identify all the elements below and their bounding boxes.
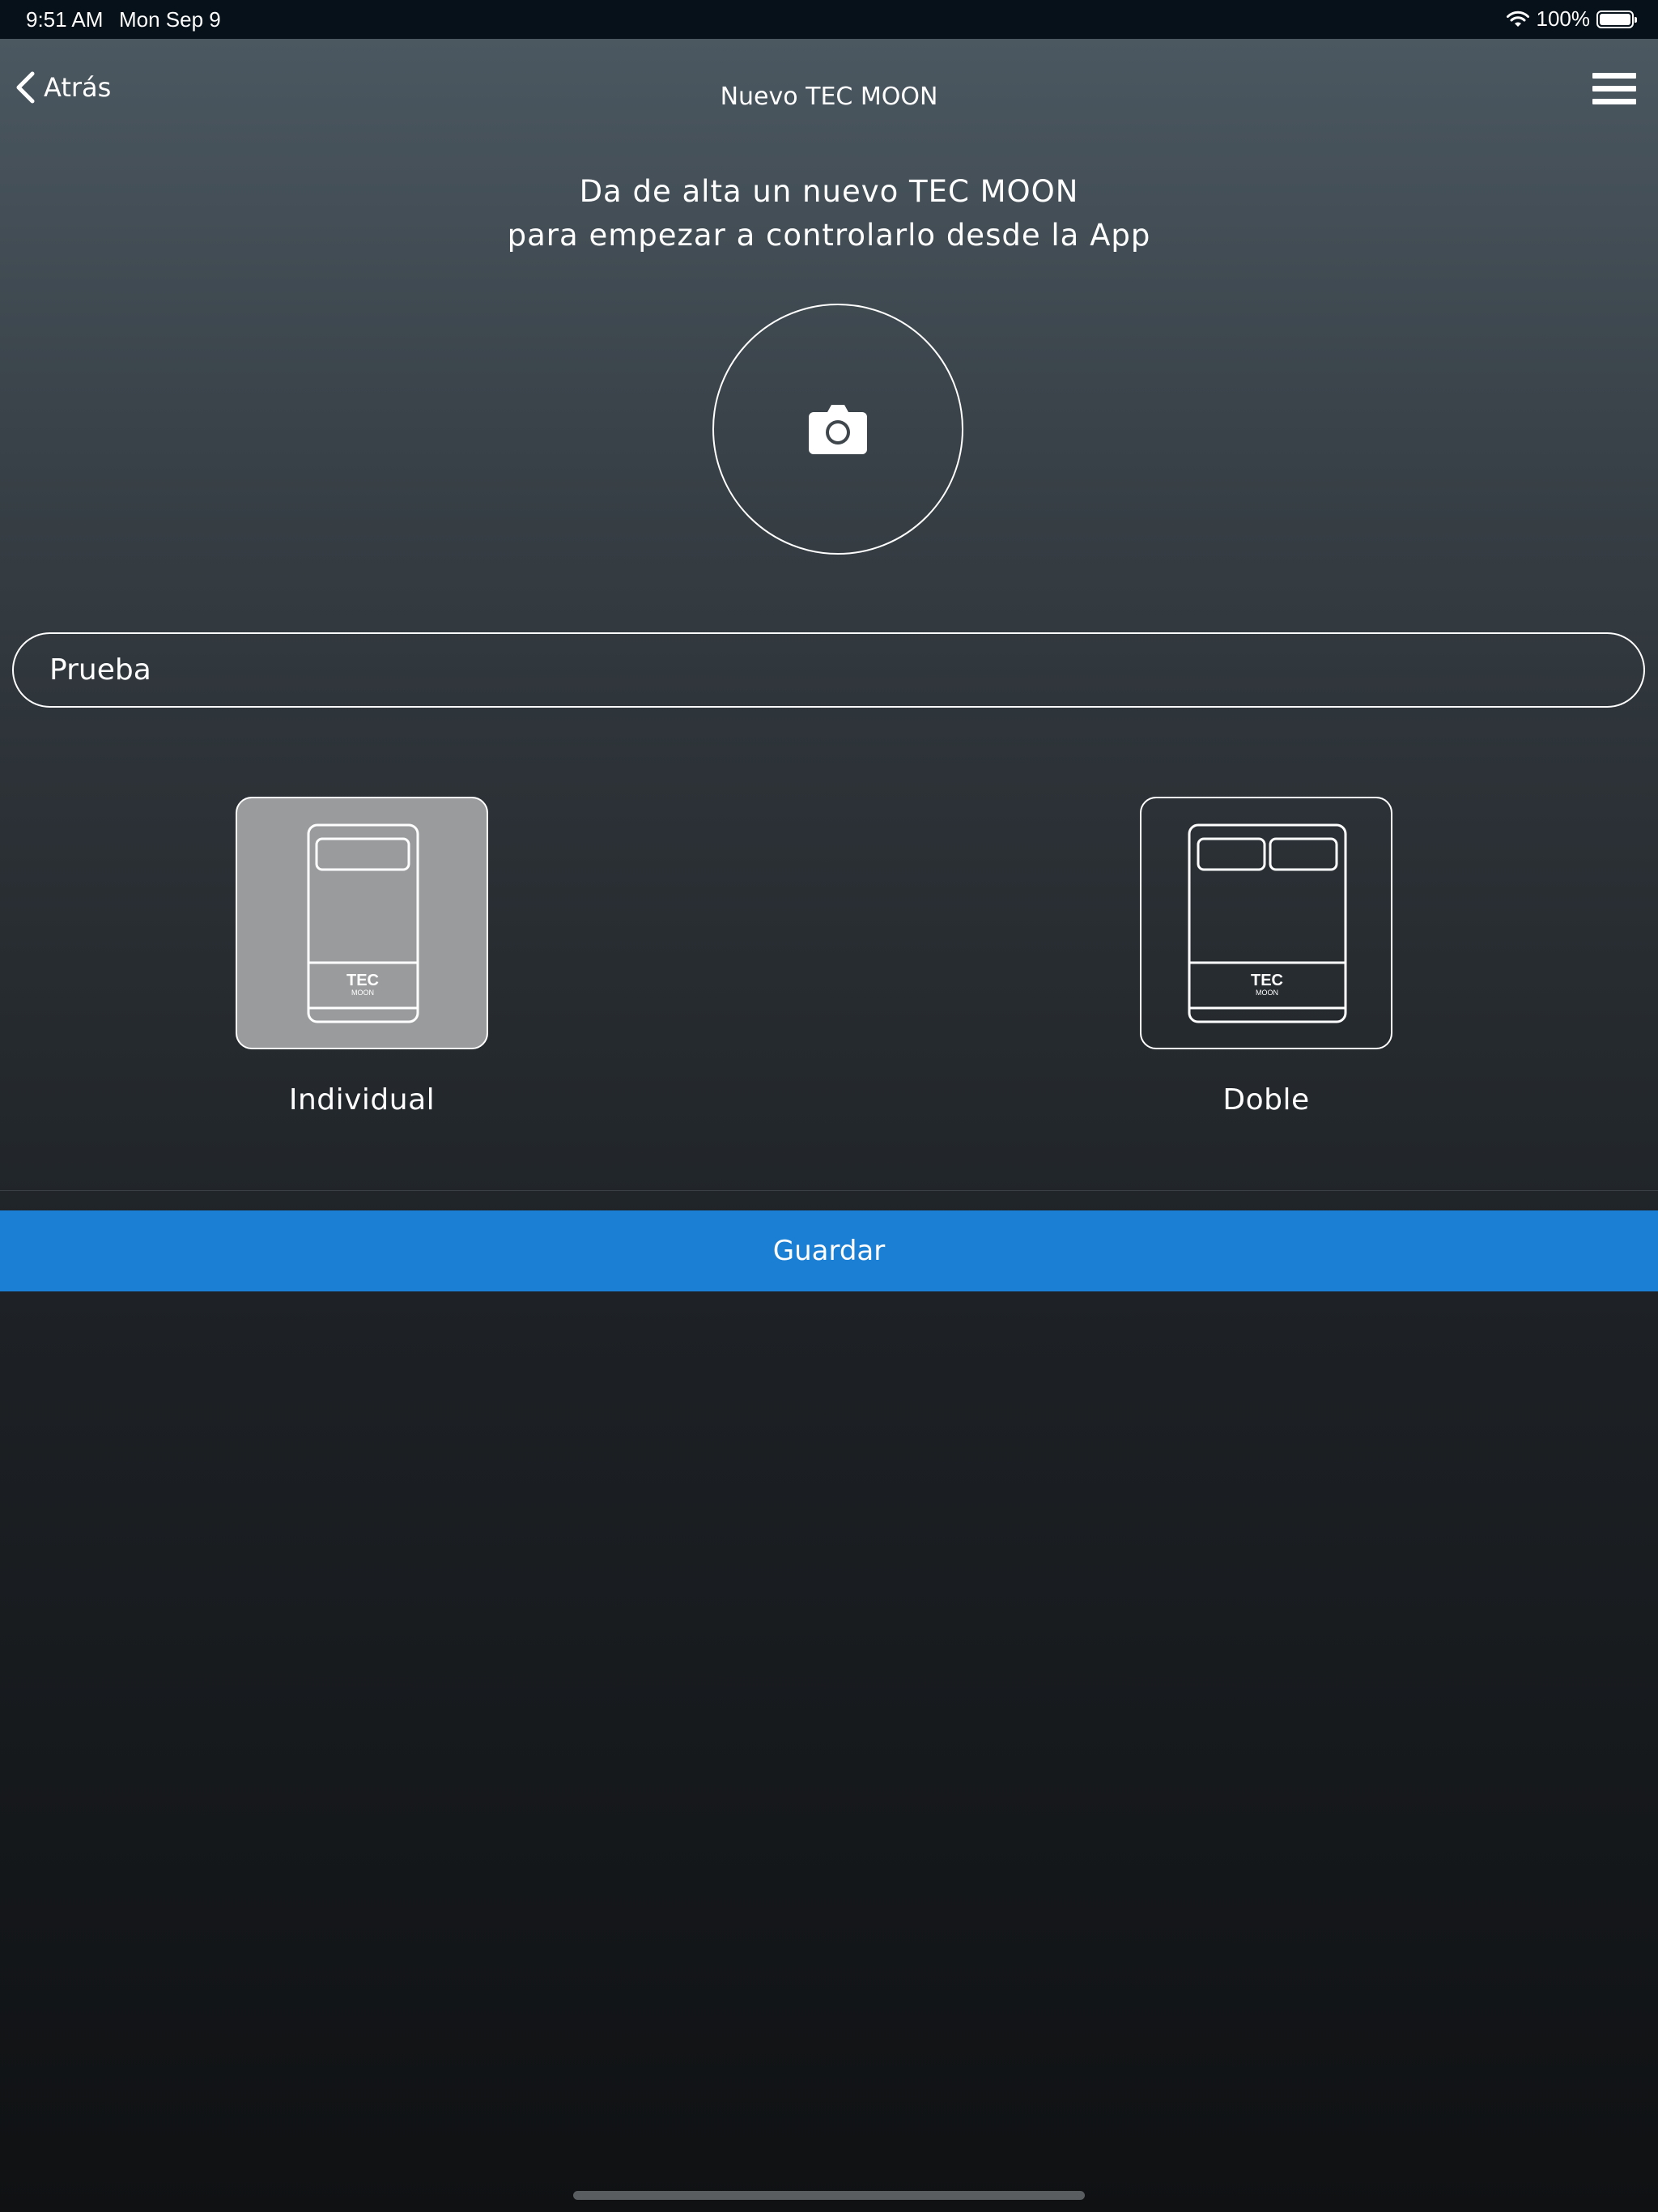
camera-icon	[809, 405, 867, 454]
hamburger-menu-icon[interactable]	[1592, 73, 1636, 108]
menu-line	[1592, 86, 1636, 91]
wifi-icon	[1506, 11, 1529, 27]
type-option-double[interactable]: TEC MOON	[1140, 797, 1392, 1049]
status-indicators: 100%	[1506, 6, 1637, 32]
add-photo-button[interactable]	[712, 304, 963, 555]
tec-logo-text: TEC	[346, 972, 379, 989]
page-title: Nuevo TEC MOON	[720, 83, 938, 111]
type-option-individual[interactable]: TEC MOON	[236, 797, 488, 1049]
status-time: 9:51 AM	[26, 7, 104, 32]
single-device-icon: TEC MOON	[307, 823, 419, 1023]
battery-icon	[1596, 10, 1637, 28]
device-name-input[interactable]	[12, 632, 1645, 708]
intro-line-1: Da de alta un nuevo TEC MOON	[579, 174, 1079, 209]
intro-text: Da de alta un nuevo TEC MOON para empeza…	[0, 170, 1658, 257]
moon-logo-text: MOON	[351, 989, 374, 997]
section-divider	[0, 1190, 1658, 1191]
double-device-icon: TEC MOON	[1188, 823, 1347, 1023]
type-label-double: Doble	[1222, 1083, 1310, 1117]
home-indicator[interactable]	[573, 2191, 1085, 2200]
intro-line-2: para empezar a controlarlo desde la App	[507, 218, 1151, 253]
save-button[interactable]: Guardar	[0, 1210, 1658, 1291]
battery-tip	[1635, 16, 1637, 23]
moon-logo-text: MOON	[1256, 989, 1278, 997]
battery-percentage: 100%	[1536, 6, 1591, 31]
status-date: Mon Sep 9	[119, 7, 221, 32]
menu-line	[1592, 99, 1636, 104]
status-bar: 9:51 AM Mon Sep 9 100%	[0, 0, 1658, 39]
type-label-individual: Individual	[288, 1083, 436, 1117]
battery-level	[1600, 13, 1630, 25]
tec-logo-text: TEC	[1251, 972, 1283, 989]
menu-line	[1592, 73, 1636, 79]
